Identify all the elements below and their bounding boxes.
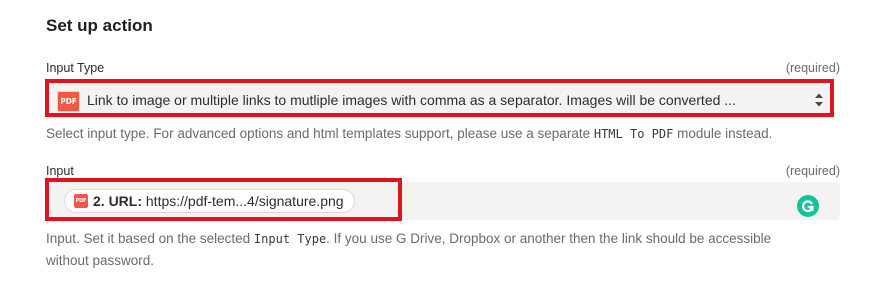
pill-value: https://pdf-tem...4/signature.png	[145, 193, 344, 209]
pdf-file-icon: PDF	[57, 91, 80, 112]
input-type-help-prefix: Select input type. For advanced options …	[46, 126, 591, 141]
section-title: Set up action	[46, 16, 153, 35]
input-help-line1-suffix: . If you use G Drive, Dropbox or another…	[326, 231, 772, 246]
select-chevrons-icon[interactable]	[814, 92, 824, 108]
input-field[interactable]: PDF 2. URL: https://pdf-tem...4/signatur…	[46, 182, 840, 220]
grammarly-icon[interactable]	[797, 195, 819, 217]
input-required-label: (required)	[785, 164, 840, 178]
input-type-label: Input Type	[46, 61, 105, 75]
input-type-select[interactable]: PDF Link to image or multiple links to m…	[46, 82, 834, 118]
input-type-help-suffix: module instead.	[677, 126, 773, 141]
input-help-code: Input Type	[253, 232, 327, 246]
mapped-value-pill[interactable]: PDF 2. URL: https://pdf-tem...4/signatur…	[64, 189, 355, 213]
input-type-selected-value: Link to image or multiple links to mutli…	[87, 92, 736, 108]
input-type-help-code: HTML To PDF	[593, 127, 674, 141]
input-type-required-label: (required)	[785, 61, 840, 75]
input-help-text: Input. Set it based on the selected Inpu…	[46, 228, 846, 271]
pill-step-label: 2. URL:	[93, 193, 142, 209]
input-help-line2: without password.	[46, 253, 155, 268]
input-label: Input	[46, 164, 74, 178]
input-type-help-text: Select input type. For advanced options …	[46, 123, 772, 145]
input-help-prefix: Input. Set it based on the selected	[46, 231, 251, 246]
pdf-file-icon: PDF	[74, 194, 88, 208]
